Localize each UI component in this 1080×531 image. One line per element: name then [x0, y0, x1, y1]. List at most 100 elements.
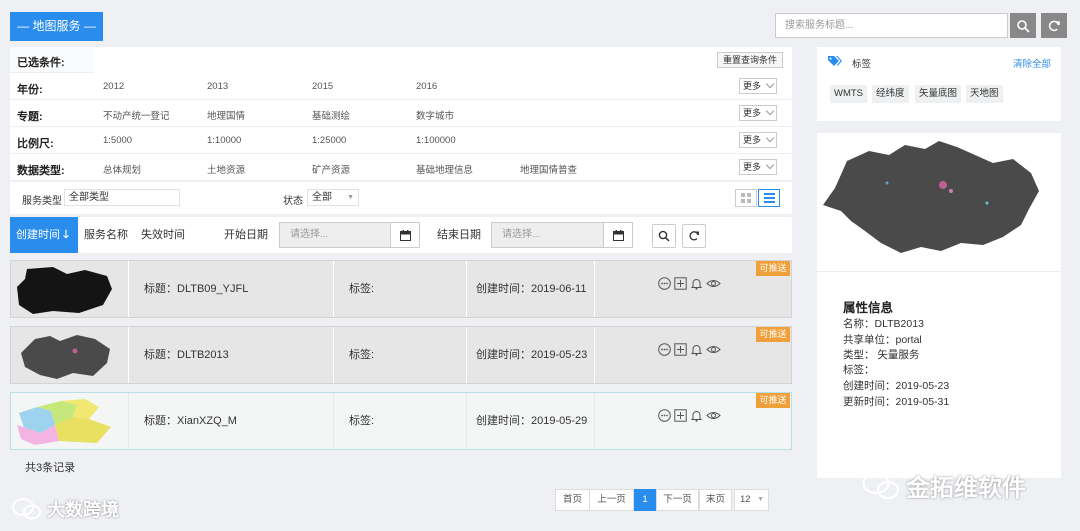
tag-wmts[interactable]: WMTS — [830, 85, 868, 103]
clear-all-link[interactable]: 清除全部 — [1013, 56, 1051, 70]
filter-option[interactable]: 1:10000 — [207, 135, 241, 146]
tag-tianditu[interactable]: 天地图 — [966, 85, 1003, 103]
sort-bar: 创建时间 🡓 服务名称 失效时间 开始日期 请选择... 结束日期 请选择... — [10, 217, 792, 253]
filter-option[interactable]: 矿产资源 — [312, 162, 350, 176]
tag-latlon[interactable]: 经纬度 — [872, 85, 909, 103]
filter-option[interactable]: 2015 — [312, 81, 333, 92]
more-label: 更多 — [743, 108, 762, 118]
filter-label: 年份: — [17, 84, 43, 96]
item-created: 创建时间：2019-06-11 — [476, 283, 587, 295]
filter-option[interactable]: 基础地理信息 — [416, 162, 473, 176]
more-icon[interactable] — [658, 277, 671, 290]
next-page-button[interactable]: 下一页 — [656, 489, 699, 511]
divider — [128, 393, 129, 449]
start-date-input[interactable]: 请选择... — [279, 222, 391, 248]
start-date-label: 开始日期 — [224, 229, 268, 241]
first-page-button[interactable]: 首页 — [555, 489, 590, 511]
service-type-select[interactable]: 全部类型 — [64, 189, 180, 206]
end-date-label: 结束日期 — [437, 229, 481, 241]
tags-icon — [828, 56, 842, 66]
filter-option[interactable]: 总体规划 — [103, 162, 141, 176]
more-icon[interactable] — [658, 343, 671, 356]
more-icon[interactable] — [658, 409, 671, 422]
add-icon[interactable] — [674, 343, 687, 356]
filter-option[interactable]: 2013 — [207, 81, 228, 92]
more-button[interactable]: 更多 — [739, 105, 777, 121]
more-button[interactable]: 更多 — [739, 159, 777, 175]
grid-view-button[interactable] — [735, 189, 757, 207]
page-title: — 地图服务 — — [10, 12, 103, 41]
filter-option[interactable]: 2012 — [103, 81, 124, 92]
tag-vector-basemap[interactable]: 矢量底图 — [915, 85, 962, 103]
wechat-icon — [862, 471, 900, 499]
selected-conditions-row: 已选条件: 重置查询条件 — [10, 47, 792, 73]
list-item[interactable]: 标题：XianXZQ_M 标签: 创建时间：2019-05-29 可推送 — [10, 392, 792, 450]
bell-icon[interactable] — [690, 343, 703, 356]
chevron-down-icon — [765, 106, 775, 116]
bell-icon[interactable] — [690, 409, 703, 422]
tags-title: 标签 — [852, 59, 872, 70]
sort-expire-button[interactable]: 失效时间 — [141, 217, 185, 253]
item-title: 标题：DLTB2013 — [144, 349, 229, 361]
filter-option[interactable]: 不动产统一登记 — [103, 108, 170, 122]
end-calendar-button[interactable] — [603, 222, 633, 248]
more-label: 更多 — [743, 81, 762, 91]
end-date-input[interactable]: 请选择... — [491, 222, 604, 248]
more-button[interactable]: 更多 — [739, 132, 777, 148]
page-button-current[interactable]: 1 — [634, 489, 656, 511]
start-calendar-button[interactable] — [390, 222, 420, 248]
list-view-button[interactable] — [758, 189, 780, 207]
list-item[interactable]: 标题：DLTB2013 标签: 创建时间：2019-05-23 可推送 — [10, 326, 792, 384]
calendar-icon — [399, 229, 411, 241]
add-icon[interactable] — [674, 409, 687, 422]
item-title: 标题：DLTB09_YJFL — [144, 283, 249, 295]
add-icon[interactable] — [674, 277, 687, 290]
map-thumbnail — [17, 399, 111, 445]
last-page-button[interactable]: 末页 — [699, 489, 732, 511]
bell-icon[interactable] — [690, 277, 703, 290]
filter-row-topic: 专题: 不动产统一登记 地理国情 基础测绘 数字城市 更多 — [10, 100, 792, 127]
filter-option[interactable]: 地理国情 — [207, 108, 245, 122]
chevron-down-icon — [765, 133, 775, 143]
more-button[interactable]: 更多 — [739, 78, 777, 94]
detail-type: 类型： 矢量服务 — [843, 349, 920, 361]
detail-heading: 属性信息 — [843, 301, 894, 315]
refresh-icon — [689, 231, 699, 241]
filter-option[interactable]: 1:100000 — [416, 135, 456, 146]
wechat-icon — [12, 498, 41, 520]
search-button[interactable] — [1010, 13, 1036, 38]
page-size-select[interactable]: 12 ▼ — [734, 489, 769, 511]
item-created: 创建时间：2019-05-23 — [476, 349, 588, 361]
date-reset-button[interactable] — [682, 224, 706, 248]
detail-updated: 更新时间：2019-05-31 — [843, 396, 950, 408]
detail-created: 创建时间：2019-05-23 — [843, 380, 950, 392]
filter-row-datatype: 数据类型: 总体规划 土地资源 矿产资源 基础地理信息 地理国情普查 更多 — [10, 154, 792, 180]
watermark-right: 金拓维软件 — [862, 468, 1026, 503]
status-select[interactable]: 全部 ▼ — [307, 189, 359, 206]
filter-option[interactable]: 1:5000 — [103, 135, 132, 146]
eye-icon[interactable] — [706, 409, 721, 422]
divider — [466, 393, 467, 449]
selected-conditions-label: 已选条件: — [17, 57, 65, 69]
reset-filters-button[interactable]: 重置查询条件 — [717, 52, 783, 68]
chevron-down-icon — [765, 79, 775, 89]
filter-option[interactable]: 2016 — [416, 81, 437, 92]
filter-option[interactable]: 数字城市 — [416, 108, 454, 122]
eye-icon[interactable] — [706, 343, 721, 356]
date-search-button[interactable] — [652, 224, 676, 248]
service-type-label: 服务类型 — [22, 196, 62, 207]
filter-option[interactable]: 土地资源 — [207, 162, 245, 176]
filter-option[interactable]: 基础测绘 — [312, 108, 350, 122]
divider — [594, 327, 595, 383]
search-input[interactable]: 搜索服务标题... — [775, 13, 1008, 38]
sort-name-button[interactable]: 服务名称 — [84, 217, 128, 253]
refresh-button[interactable] — [1041, 13, 1067, 38]
sort-created-button[interactable]: 创建时间 🡓 — [10, 217, 78, 253]
filter-option[interactable]: 地理国情普查 — [520, 162, 577, 176]
filter-option[interactable]: 1:25000 — [312, 135, 346, 146]
search-icon — [1017, 19, 1030, 33]
list-item[interactable]: 标题：DLTB09_YJFL 标签: 创建时间：2019-06-11 可推送 — [10, 260, 792, 318]
filter-row-year: 年份: 2012 2013 2015 2016 更多 — [10, 73, 792, 100]
prev-page-button[interactable]: 上一页 — [589, 489, 634, 511]
eye-icon[interactable] — [706, 277, 721, 290]
